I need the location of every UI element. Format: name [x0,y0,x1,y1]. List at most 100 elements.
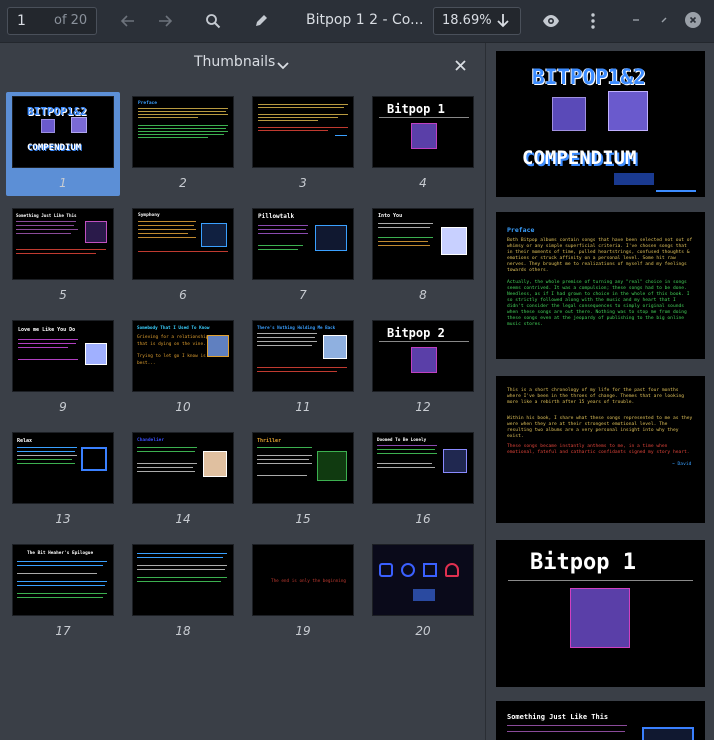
disc-art [401,563,415,577]
symphony-art [201,223,227,247]
thumbnail-heading: Something Just Like This [16,213,77,218]
thriller-art [317,451,347,481]
thumbnail-image: Doomed To Be Lonely [372,432,474,504]
forward-arrow-icon[interactable] [155,11,175,31]
thumbnail-heading: Thriller [257,438,282,444]
cover-title: BITPOP1&2 [532,65,646,89]
cover-art-right [608,91,648,131]
thumbnail-image [252,96,354,168]
page3-signature: ~ David [672,462,692,467]
thumbnail-number: 7 [299,288,307,302]
cover-compendium: COMPENDIUM [522,147,637,169]
thumbnail-number: 1 [59,176,67,190]
page-number-box[interactable]: 1 of 20 [7,7,97,35]
chandelier-art [203,451,227,477]
album-art [411,123,437,149]
thumbnail-image: Bitpop 2 [372,320,474,392]
thumbnail-image: Thriller [252,432,354,504]
toolbar: 1 of 20 Bitpop 1 2 - Co... 18.69% [0,0,714,43]
thumbnail-heading: Relax [17,438,33,444]
thumbnail-heading: Chandelier [137,438,165,443]
preface-title: Preface [507,226,535,234]
cover-art-left [552,97,586,131]
thumbnail-number: 11 [295,400,311,414]
thumbnail-number: 9 [59,400,67,414]
page5-line [507,725,627,726]
back-arrow-icon[interactable] [118,11,138,31]
preview-page-3: This is a short chronology of my life fo… [496,376,705,523]
thumb19-line: The end is only the beginning [271,579,347,584]
thumbnails-title[interactable]: Thumbnails [194,54,275,70]
thumbnail-number: 19 [295,624,311,638]
thumbnail-heading: Bitpop 2 [387,326,445,340]
somebody-art [207,335,229,357]
zoom-selector[interactable]: 18.69% [433,7,521,35]
chevron-down-icon[interactable] [277,56,289,75]
thumbnail-number: 4 [419,176,427,190]
thumbnail-number: 2 [179,176,187,190]
page4-album-art [570,588,630,648]
page-count-label: of 20 [54,13,88,28]
close-icon[interactable] [685,12,701,28]
thumbnail-number: 15 [295,512,311,526]
thumbnail-heading: Pillowtalk [258,213,295,220]
thumbnail-number: 10 [175,400,191,414]
thumbnail-heading: The Bit Heaher's Epilogue [27,551,94,556]
preface-paragraph-1: Both Bitpop albums contain songs that ha… [507,238,693,273]
thumb10-line-1: Grieving for a relationship [137,335,209,340]
restore-icon[interactable] [656,12,672,28]
thumbnail-image: BITPOP1&2 COMPENDIUM [12,96,114,168]
page5-title: Something Just Like This [507,713,609,721]
thumbnail-number: 17 [55,624,71,638]
preface-paragraph-2: Actually, the whole premise of turning a… [507,280,690,327]
nothing-holding-art [323,335,347,359]
eye-icon[interactable] [541,11,561,31]
page5-line [507,731,625,732]
album-art [411,347,437,373]
into-you-art [441,227,467,255]
heart-art [85,221,107,243]
thumbnails-header: Thumbnails [0,43,486,83]
thumbnail-number: 18 [175,624,191,638]
page4-title: Bitpop 1 [530,550,636,575]
thumbnail-number: 20 [415,624,431,638]
pencil-icon[interactable] [251,11,271,31]
current-page-input[interactable]: 1 [17,13,26,29]
search-icon[interactable] [203,11,223,31]
cartridge-art [423,563,437,577]
thumbnail-image: Bitpop 1 [372,96,474,168]
pillowtalk-art [315,225,347,251]
relax-art [81,447,107,471]
thumbnails-panel: Thumbnails BITPOP1&2 COMPENDIUM 1 Prefac… [0,43,486,740]
download-arrow-icon[interactable] [496,13,510,33]
thumbnail-heading: Somebody That I Used To Know [137,326,210,331]
thumbnail-heading: Doomed To Be Lonely [377,438,427,443]
minimize-icon[interactable] [628,12,644,28]
thumbnail-number: 13 [55,512,71,526]
zoom-value: 18.69% [442,13,492,28]
thumb10-line-2: that is dying on the vine. [137,342,206,347]
thumbnail-image: Pillowtalk [252,208,354,280]
thumbnail-number: 3 [299,176,307,190]
thumbnail-image: Symphony [132,208,234,280]
thumbnail-number: 8 [419,288,427,302]
cover-art-left [41,119,55,133]
kebab-menu-icon[interactable] [583,11,603,31]
thumbnail-image: Preface [132,96,234,168]
thumbnail-number: 5 [59,288,67,302]
thumbnail-image: The end is only the beginning [252,544,354,616]
thumbnail-image: Relax [12,432,114,504]
thumbnail-image [372,544,474,616]
page-preview-pane[interactable]: BITPOP1&2 COMPENDIUM Preface Both Bitpop… [487,43,714,740]
thumbnail-number: 6 [179,288,187,302]
thumbnail-image: Love me Like You Do [12,320,114,392]
preview-page-preface: Preface Both Bitpop albums contain songs… [496,212,705,359]
labs-logo [413,589,435,601]
close-icon[interactable] [455,56,466,75]
thumbnail-heading: Bitpop 1 [387,102,445,116]
thumbnail-heading: Into You [378,213,403,219]
page4-divider [508,580,693,581]
thumbnail-heading: There's Nothing Holding Me Back [257,325,336,330]
heart-art [445,563,459,577]
thumbnail-heading: Symphony [138,213,160,218]
